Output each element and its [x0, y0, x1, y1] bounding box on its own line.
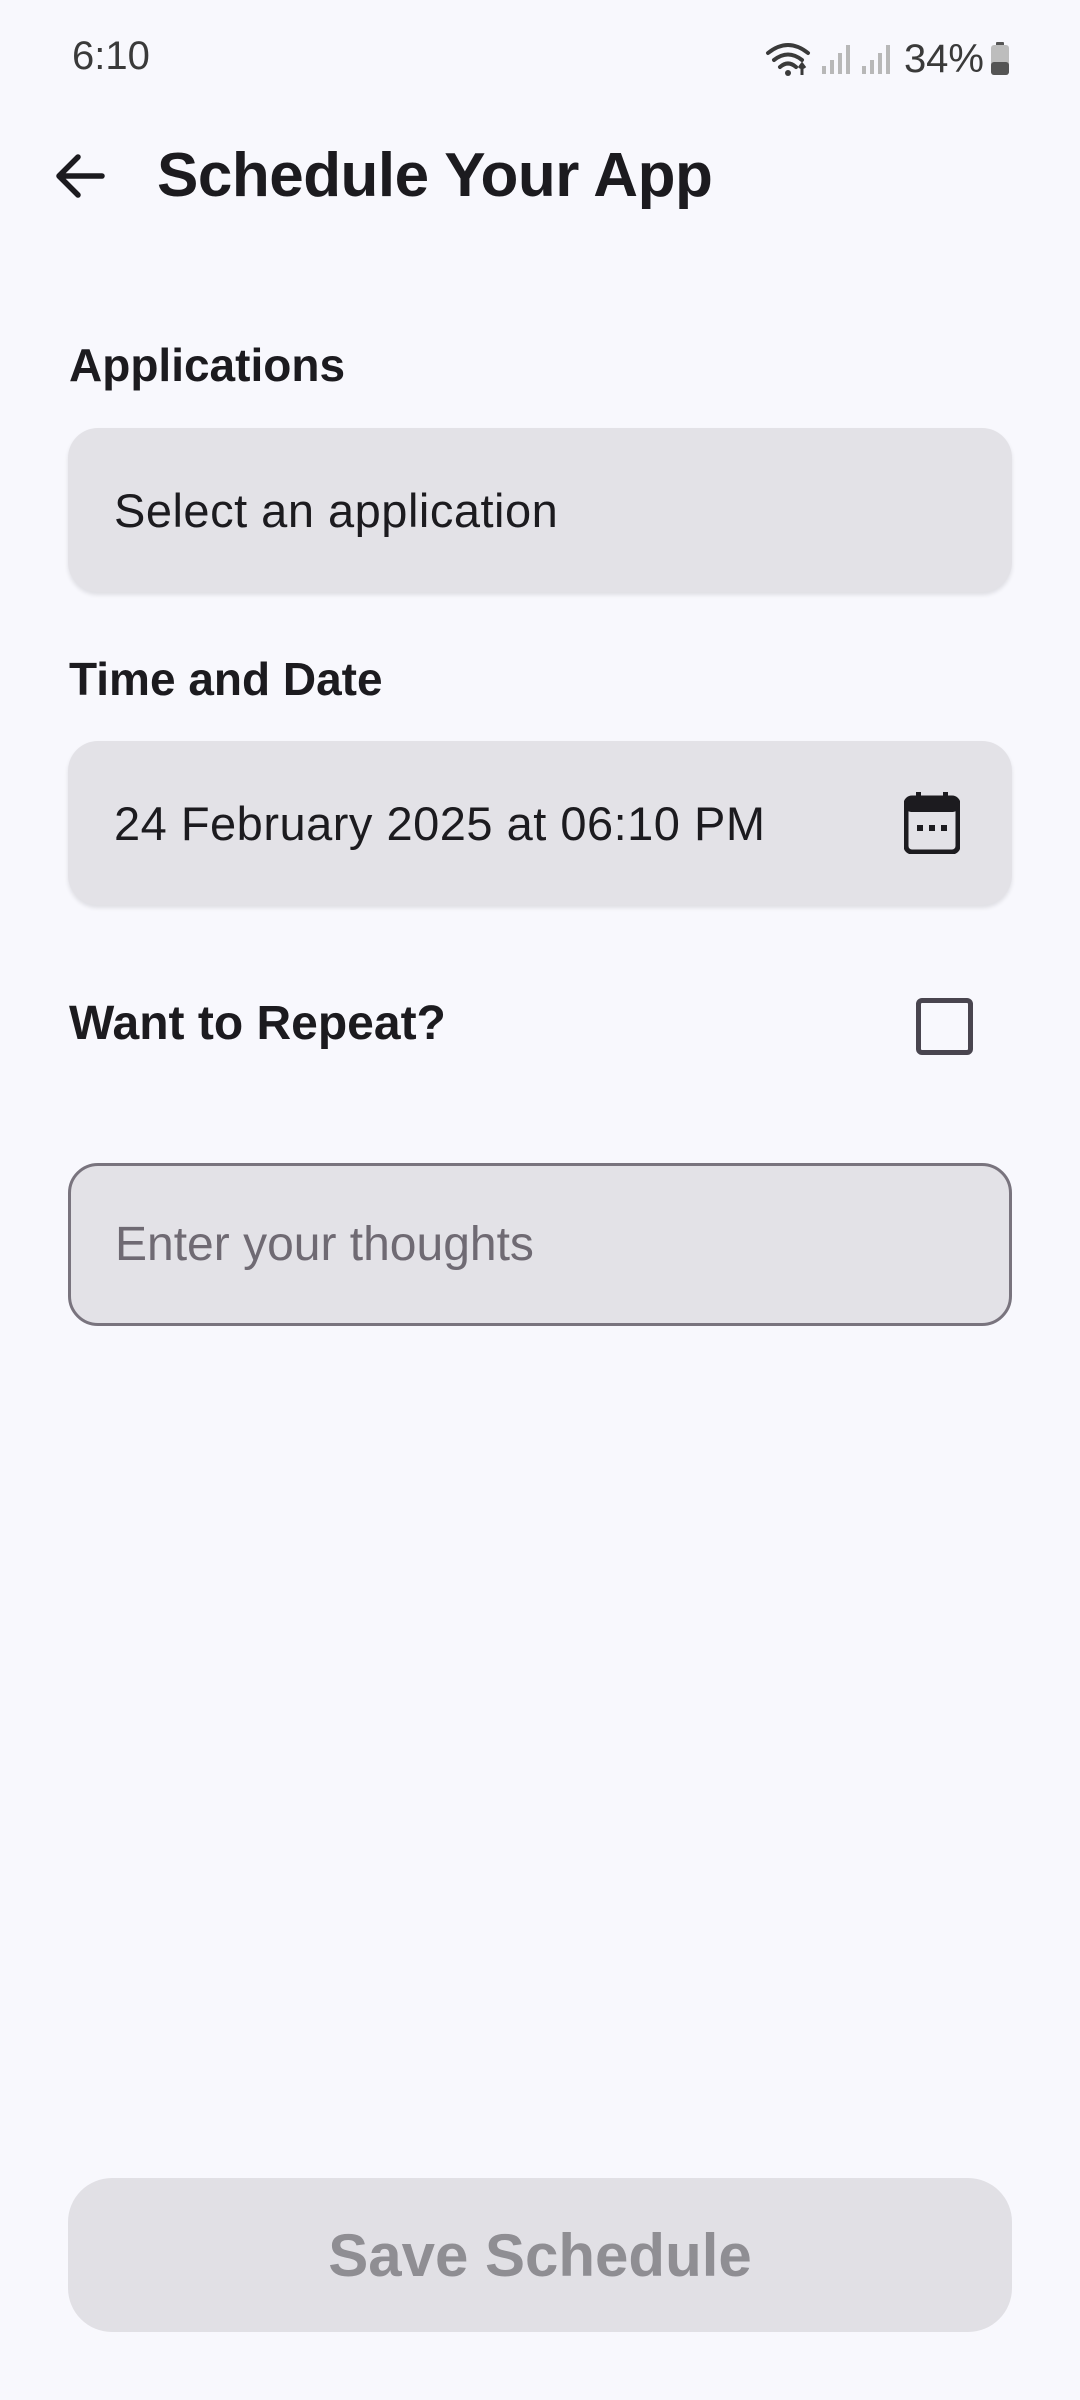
date-time-value: 24 February 2025 at 06:10 PM [114, 796, 766, 850]
save-schedule-button[interactable]: Save Schedule [68, 2178, 1012, 2332]
repeat-checkbox[interactable] [916, 998, 973, 1055]
calendar-icon[interactable] [903, 792, 961, 855]
applications-label: Applications [69, 339, 346, 391]
thoughts-input[interactable] [68, 1163, 1012, 1326]
battery-icon [990, 42, 1010, 76]
signal-icon [860, 42, 894, 76]
date-time-field[interactable]: 24 February 2025 at 06:10 PM [68, 741, 1012, 905]
schedule-screen: 6:10 34% Schedule Your App Applications … [0, 0, 1080, 2400]
application-select[interactable]: Select an application [68, 428, 1012, 592]
time-and-date-label: Time and Date [69, 653, 383, 705]
page-title: Schedule Your App [157, 141, 713, 210]
wifi-icon [764, 41, 812, 77]
battery-percent: 34% [903, 36, 984, 81]
status-icons: 34% [764, 34, 1010, 84]
application-select-value: Select an application [114, 483, 559, 537]
repeat-label: Want to Repeat? [69, 997, 446, 1050]
back-arrow-icon[interactable] [50, 146, 110, 206]
status-time: 6:10 [72, 34, 150, 78]
status-bar: 6:10 34% [0, 0, 1080, 120]
signal-icon [820, 42, 854, 76]
